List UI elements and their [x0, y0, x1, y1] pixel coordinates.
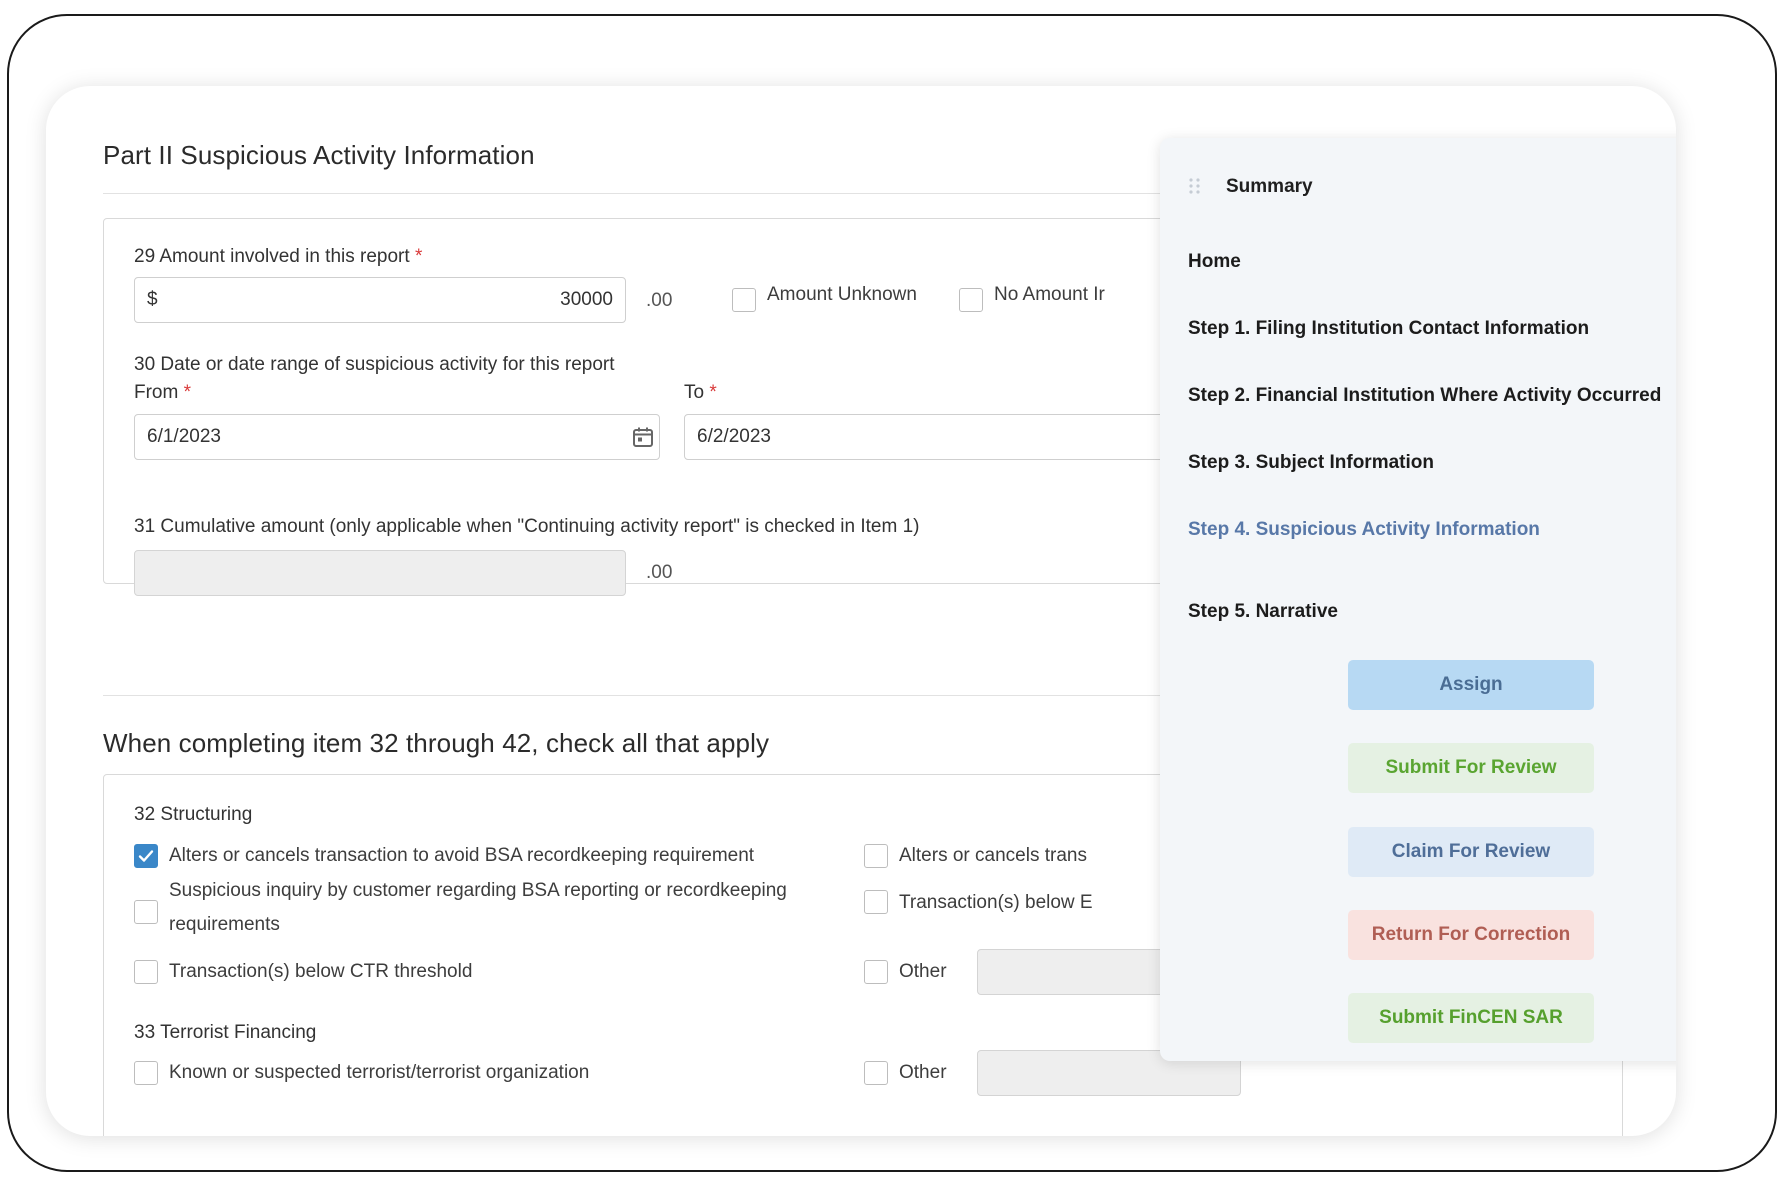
- structuring-option-label: Alters or cancels trans: [899, 845, 1087, 866]
- amount-input[interactable]: $ 30000: [134, 277, 626, 323]
- return-for-correction-button[interactable]: Return For Correction: [1348, 910, 1594, 960]
- no-amount-checkbox[interactable]: [959, 288, 983, 312]
- from-date-value: 6/1/2023: [147, 426, 221, 447]
- structuring-option-checkbox[interactable]: [134, 844, 158, 868]
- terrorist-other-label: Other: [899, 1062, 947, 1083]
- structuring-option-checkbox[interactable]: [134, 960, 158, 984]
- step-2[interactable]: Step 2. Financial Institution Where Acti…: [1188, 385, 1661, 407]
- structuring-other-label: Other: [899, 961, 947, 982]
- submit-fincen-sar-button[interactable]: Submit FinCEN SAR: [1348, 993, 1594, 1043]
- claim-for-review-button[interactable]: Claim For Review: [1348, 827, 1594, 877]
- terrorist-other-checkbox[interactable]: [864, 1061, 888, 1085]
- to-date-value: 6/2/2023: [697, 426, 771, 447]
- step-5[interactable]: Step 5. Narrative: [1188, 601, 1338, 623]
- item29-label: 29 Amount involved in this report *: [134, 246, 423, 267]
- structuring-option-label: Transaction(s) below CTR threshold: [169, 961, 473, 982]
- drag-handle-icon[interactable]: [1188, 176, 1202, 196]
- cumulative-amount-input[interactable]: [134, 550, 626, 596]
- checkmark-icon: [138, 850, 154, 862]
- structuring-option-checkbox[interactable]: [134, 900, 158, 924]
- item32-label: 32 Structuring: [134, 804, 253, 825]
- terrorist-option-label: Known or suspected terrorist/terrorist o…: [169, 1062, 590, 1083]
- structuring-option-label: Transaction(s) below E: [899, 892, 1093, 913]
- step-home[interactable]: Home: [1188, 251, 1241, 273]
- amount-unknown-label: Amount Unknown: [767, 284, 917, 305]
- structuring-other-checkbox[interactable]: [864, 960, 888, 984]
- amount-value: 30000: [560, 289, 613, 310]
- section-title-check-all: When completing item 32 through 42, chec…: [103, 728, 770, 758]
- to-label: To *: [684, 382, 717, 403]
- structuring-option-checkbox[interactable]: [864, 844, 888, 868]
- form-card: Part II Suspicious Activity Information …: [46, 86, 1676, 1136]
- no-amount-label: No Amount Ir: [994, 284, 1105, 305]
- assign-button[interactable]: Assign: [1348, 660, 1594, 710]
- calendar-icon[interactable]: [631, 425, 655, 449]
- summary-panel: Summary Home Step 1. Filing Institution …: [1160, 138, 1676, 1061]
- from-date-input[interactable]: 6/1/2023: [134, 414, 660, 460]
- structuring-option-label-cont: requirements: [169, 914, 280, 935]
- item30-label: 30 Date or date range of suspicious acti…: [134, 354, 615, 375]
- step-3[interactable]: Step 3. Subject Information: [1188, 452, 1434, 474]
- item33-label: 33 Terrorist Financing: [134, 1022, 317, 1043]
- step-4[interactable]: Step 4. Suspicious Activity Information: [1188, 519, 1540, 541]
- item31-label: 31 Cumulative amount (only applicable wh…: [134, 516, 920, 537]
- from-label: From *: [134, 382, 192, 403]
- amount-cents-suffix: .00: [646, 290, 673, 311]
- cumulative-cents-suffix: .00: [646, 562, 673, 583]
- step-1[interactable]: Step 1. Filing Institution Contact Infor…: [1188, 318, 1589, 340]
- section-title-part2: Part II Suspicious Activity Information: [103, 140, 535, 170]
- submit-for-review-button[interactable]: Submit For Review: [1348, 743, 1594, 793]
- summary-title: Summary: [1226, 176, 1313, 197]
- currency-symbol: $: [147, 289, 158, 310]
- structuring-option-label: Suspicious inquiry by customer regarding…: [169, 880, 787, 901]
- amount-unknown-checkbox[interactable]: [732, 288, 756, 312]
- structuring-option-label: Alters or cancels transaction to avoid B…: [169, 845, 755, 866]
- structuring-option-checkbox[interactable]: [864, 890, 888, 914]
- terrorist-option-checkbox[interactable]: [134, 1061, 158, 1085]
